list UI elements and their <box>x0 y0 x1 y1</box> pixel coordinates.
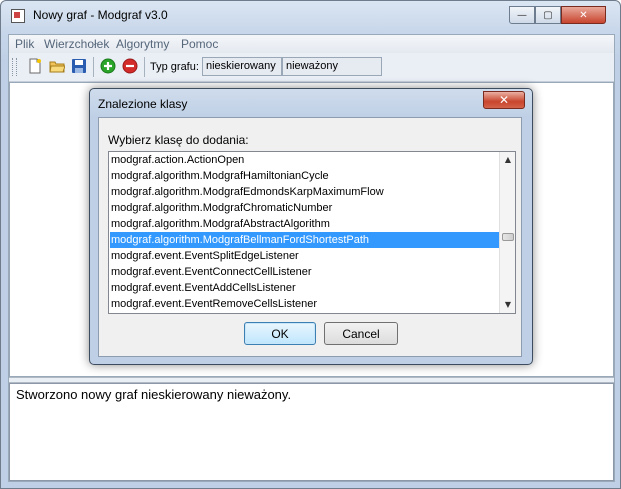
menu-bar: Plik Wierzchołek Algorytmy Pomoc <box>9 35 614 53</box>
toolbar-separator <box>93 57 94 77</box>
list-item[interactable]: modgraf.algorithm.ModgrafEdmondsKarpMaxi… <box>110 184 500 200</box>
dialog-prompt: Wybierz klasę do dodania: <box>108 133 249 147</box>
class-list[interactable]: modgraf.action.ActionOpen modgraf.algorit… <box>108 151 516 314</box>
list-item[interactable]: modgraf.algorithm.ModgrafHamiltonianCycl… <box>110 168 500 184</box>
maximize-button[interactable]: ▢ <box>535 6 561 24</box>
minimize-icon: — <box>517 9 527 21</box>
menu-plik[interactable]: Plik <box>15 37 34 51</box>
log-message: Stworzono nowy graf nieskierowany nieważ… <box>16 387 292 402</box>
list-item[interactable]: modgraf.algorithm.ModgrafChromaticNumber <box>110 200 500 216</box>
cancel-button[interactable]: Cancel <box>324 322 398 345</box>
add-green-icon[interactable] <box>100 58 116 74</box>
app-icon <box>11 9 25 23</box>
list-item[interactable]: modgraf.event.EventRemoveCellsListener <box>110 296 500 312</box>
toolbar-grip[interactable] <box>12 58 17 76</box>
log-panel[interactable]: Stworzono nowy graf nieskierowany nieważ… <box>9 383 614 481</box>
open-folder-icon[interactable] <box>49 58 66 74</box>
dialog-title: Znalezione klasy <box>98 97 188 111</box>
title-bar[interactable]: Nowy graf - Modgraf v3.0 — ▢ ✕ <box>7 5 616 31</box>
save-disk-icon[interactable] <box>71 58 87 74</box>
ok-button[interactable]: OK <box>244 322 316 345</box>
graph-type-label: Typ grafu: <box>150 61 199 73</box>
maximize-icon: ▢ <box>543 9 553 21</box>
list-scrollbar[interactable]: ▲ ▼ <box>499 152 515 313</box>
close-icon: ✕ <box>498 93 510 107</box>
close-button[interactable]: ✕ <box>561 6 606 24</box>
toolbar-separator <box>144 57 145 77</box>
menu-wierzcholek[interactable]: Wierzchołek <box>44 37 109 51</box>
menu-algorytmy[interactable]: Algorytmy <box>116 37 169 51</box>
toolbar: Typ grafu: nieskierowany nieważony <box>9 53 614 82</box>
graph-weight-field[interactable]: nieważony <box>282 57 382 76</box>
dialog-body: Wybierz klasę do dodania: modgraf.action… <box>98 117 522 357</box>
scroll-up-icon[interactable]: ▲ <box>500 152 515 168</box>
list-item[interactable]: modgraf.algorithm.ModgrafBellmanFordShor… <box>110 232 500 248</box>
list-item[interactable]: modgraf.event.EventAddCellsListener <box>110 280 500 296</box>
scroll-thumb[interactable] <box>502 233 514 241</box>
list-item[interactable]: modgraf.algorithm.ModgrafAbstractAlgorit… <box>110 216 500 232</box>
list-item[interactable]: modgraf.event.EventConnectCellListener <box>110 264 500 280</box>
list-item[interactable]: modgraf.action.ActionOpen <box>110 152 500 168</box>
list-item[interactable]: modgraf.event.EventSplitEdgeListener <box>110 248 500 264</box>
remove-red-icon[interactable] <box>122 58 138 74</box>
graph-direction-field[interactable]: nieskierowany <box>202 57 282 76</box>
found-classes-dialog: Znalezione klasy ✕ Wybierz klasę do doda… <box>89 88 533 365</box>
dialog-close-button[interactable]: ✕ <box>483 91 525 109</box>
window-title: Nowy graf - Modgraf v3.0 <box>33 8 168 22</box>
minimize-button[interactable]: — <box>509 6 535 24</box>
scroll-down-icon[interactable]: ▼ <box>500 297 515 313</box>
close-icon: ✕ <box>579 9 588 21</box>
menu-pomoc[interactable]: Pomoc <box>181 37 218 51</box>
new-file-icon[interactable] <box>27 58 43 74</box>
